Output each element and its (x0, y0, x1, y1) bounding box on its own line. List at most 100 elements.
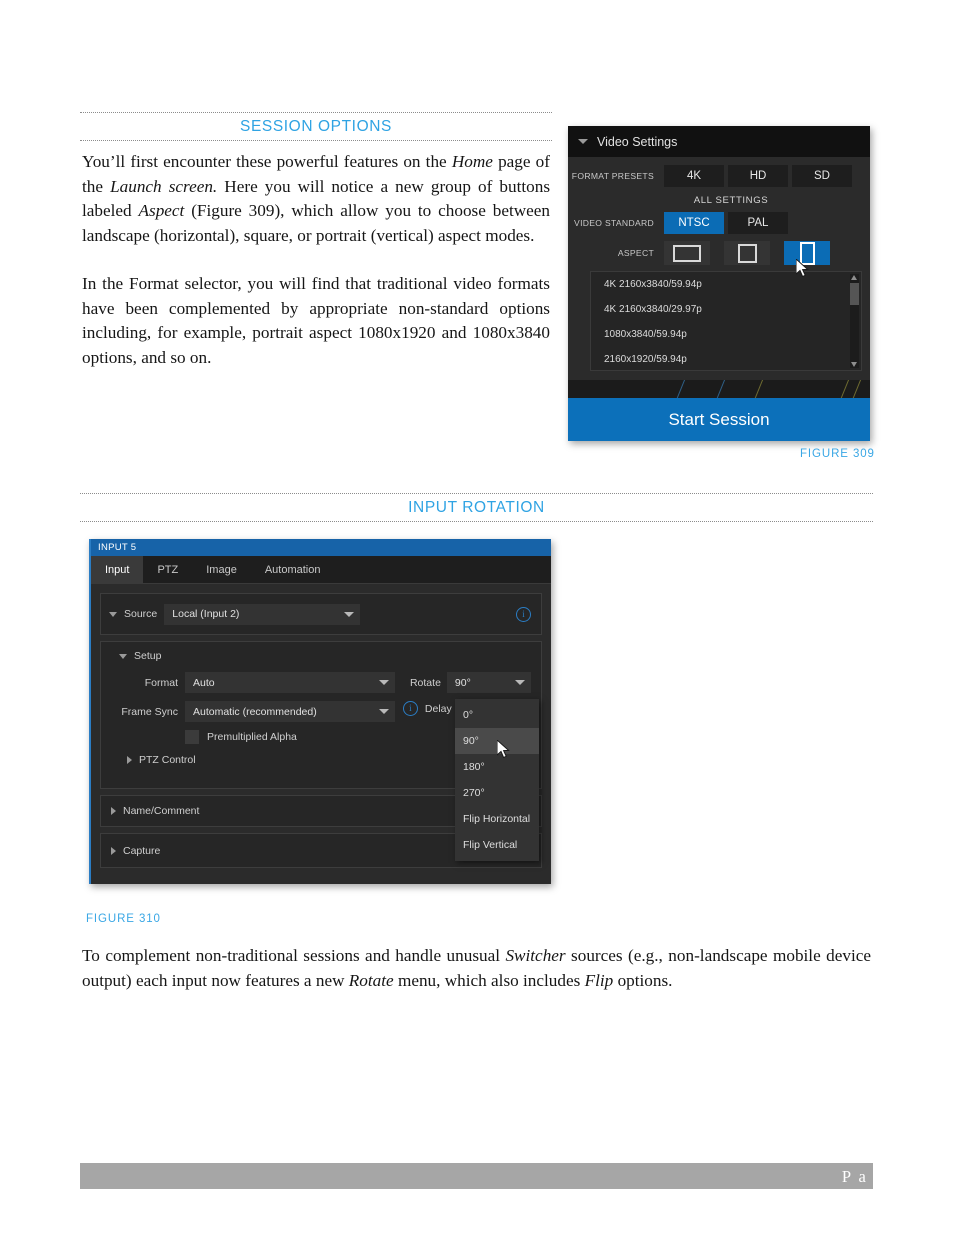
rotate-dropdown-value: 90° (454, 676, 471, 689)
format-list[interactable]: 4K 2160x3840/59.94p 4K 2160x3840/29.97p … (590, 271, 862, 371)
input-panel-title: INPUT 5 (98, 542, 137, 553)
source-info-icon[interactable]: i (516, 606, 531, 622)
para-emphasis-switcher: Switcher (505, 946, 566, 965)
paragraph-session-options-1: You’ll first encounter these powerful fe… (82, 150, 550, 248)
frame-sync-label: Frame Sync (121, 705, 178, 718)
para-text: options. (613, 970, 673, 990)
premultiplied-alpha-row: Premultiplied Alpha (101, 730, 397, 744)
start-session-button[interactable]: Start Session (568, 398, 870, 441)
collapse-caret-icon[interactable] (578, 139, 588, 144)
scroll-down-arrow-icon[interactable] (851, 362, 857, 367)
collapsed-caret-icon[interactable] (111, 807, 116, 815)
frame-sync-row: Frame Sync Automatic (recommended) (101, 701, 397, 722)
rotate-dropdown-menu[interactable]: 0° 90° 180° 270° Flip Horizontal Flip Ve… (455, 699, 539, 861)
tab-ptz[interactable]: PTZ (143, 556, 192, 583)
preset-button-hd[interactable]: HD (728, 165, 788, 187)
format-presets-label: FORMAT PRESETS (571, 171, 654, 181)
frame-sync-dropdown-value: Automatic (recommended) (193, 705, 317, 718)
para-emphasis-home: Home (451, 152, 493, 171)
paragraph-input-rotation: To complement non-traditional sessions a… (82, 944, 871, 993)
name-comment-label: Name/Comment (123, 805, 200, 817)
aspect-button-square[interactable] (724, 241, 770, 265)
rotate-label: Rotate (409, 676, 441, 689)
input-panel-titlebar[interactable]: INPUT 5 (91, 539, 551, 556)
video-settings-body: FORMAT PRESETS 4K HD SD ALL SETTINGS VID… (568, 157, 870, 371)
figure-caption-310: FIGURE 310 (86, 913, 161, 925)
rotate-dropdown[interactable]: 90° (446, 672, 531, 693)
section-heading-input-rotation: INPUT ROTATION (80, 493, 873, 522)
tab-image[interactable]: Image (192, 556, 251, 583)
collapsed-caret-icon[interactable] (111, 846, 116, 855)
para-text: menu, which also includes (393, 970, 585, 990)
rotate-menu-item-270[interactable]: 270° (455, 780, 539, 806)
video-standard-button-pal[interactable]: PAL (728, 212, 788, 234)
square-icon (737, 243, 757, 263)
chevron-down-icon[interactable] (379, 709, 389, 714)
format-list-scrollbar[interactable] (850, 274, 859, 368)
document-page: SESSION OPTIONS You’ll first encounter t… (0, 0, 954, 1235)
list-item[interactable]: 4K 2160x3840/59.94p (591, 272, 861, 297)
format-row: Format Auto (101, 672, 397, 693)
delay-label: Delay (424, 702, 452, 715)
rotate-menu-item-0[interactable]: 0° (455, 702, 539, 728)
rotate-menu-item-flip-horizontal[interactable]: Flip Horizontal (455, 806, 539, 832)
collapsed-caret-icon[interactable] (127, 756, 132, 764)
mouse-cursor-icon (497, 740, 510, 759)
figure-caption-309: FIGURE 309 (800, 448, 875, 460)
setup-label: Setup (134, 650, 162, 662)
para-emphasis-launch-screen: Launch screen. (110, 176, 218, 196)
section-title: INPUT ROTATION (408, 499, 545, 516)
premultiplied-alpha-label: Premultiplied Alpha (207, 731, 297, 743)
aspect-label: ASPECT (617, 248, 654, 258)
setup-header[interactable]: Setup (101, 650, 541, 662)
delay-info-icon[interactable]: i (402, 701, 418, 716)
expand-caret-icon[interactable] (119, 653, 127, 659)
scrollbar-thumb[interactable] (850, 283, 859, 305)
video-settings-titlebar[interactable]: Video Settings (568, 126, 870, 157)
format-dropdown[interactable]: Auto (185, 672, 395, 693)
source-card: Source Local (Input 2) i (100, 593, 542, 635)
decorative-stripe (568, 380, 870, 398)
format-presets-row: FORMAT PRESETS 4K HD SD (568, 165, 870, 187)
rotate-menu-item-flip-vertical[interactable]: Flip Vertical (455, 832, 539, 858)
section-title: SESSION OPTIONS (240, 118, 392, 135)
expand-caret-icon[interactable] (109, 611, 117, 617)
input-panel-tabs[interactable]: Input PTZ Image Automation (91, 556, 551, 584)
source-label: Source (124, 608, 158, 620)
para-text: You’ll first encounter these powerful fe… (82, 152, 452, 171)
source-dropdown[interactable]: Local (Input 2) (164, 603, 361, 625)
section-heading-session-options: SESSION OPTIONS (80, 112, 552, 141)
setup-left-column: Format Auto Frame Sync Automatic (recomm… (101, 672, 397, 752)
aspect-row: ASPECT (568, 241, 870, 265)
page-number: P a g e | 255 (841, 1167, 948, 1186)
chevron-down-icon[interactable] (514, 680, 525, 685)
para-emphasis-flip: Flip (584, 970, 614, 990)
format-dropdown-value: Auto (193, 676, 215, 689)
rotate-row: Rotate 90° (403, 672, 541, 693)
preset-button-4k[interactable]: 4K (664, 165, 724, 187)
heading-rule-bottom (80, 521, 873, 522)
paragraph-session-options-2: In the Format selector, you will find th… (82, 274, 550, 367)
all-settings-label: ALL SETTINGS (693, 195, 769, 206)
source-row: Source Local (Input 2) i (101, 594, 541, 629)
frame-sync-dropdown[interactable]: Automatic (recommended) (185, 701, 395, 722)
list-item[interactable]: 2160x1920/59.94p (591, 347, 861, 370)
heading-rule-bottom (80, 140, 552, 141)
format-label: Format (144, 676, 178, 689)
preset-button-sd[interactable]: SD (792, 165, 852, 187)
scroll-up-arrow-icon[interactable] (851, 275, 857, 280)
tab-input[interactable]: Input (91, 556, 144, 583)
premultiplied-alpha-checkbox[interactable] (185, 730, 199, 744)
video-settings-title: Video Settings (597, 134, 678, 149)
chevron-down-icon[interactable] (344, 611, 355, 617)
list-item[interactable]: 1080x3840/59.94p (591, 322, 861, 347)
tab-automation[interactable]: Automation (251, 556, 335, 583)
aspect-button-landscape[interactable] (664, 241, 710, 265)
video-standard-button-ntsc[interactable]: NTSC (664, 212, 724, 234)
para-text: To complement non-traditional sessions a… (82, 946, 506, 965)
mouse-cursor-icon (796, 259, 809, 278)
capture-label: Capture (123, 844, 161, 857)
chevron-down-icon[interactable] (379, 680, 389, 685)
video-settings-panel[interactable]: Video Settings FORMAT PRESETS 4K HD SD A… (568, 126, 870, 441)
list-item[interactable]: 4K 2160x3840/29.97p (591, 297, 861, 322)
